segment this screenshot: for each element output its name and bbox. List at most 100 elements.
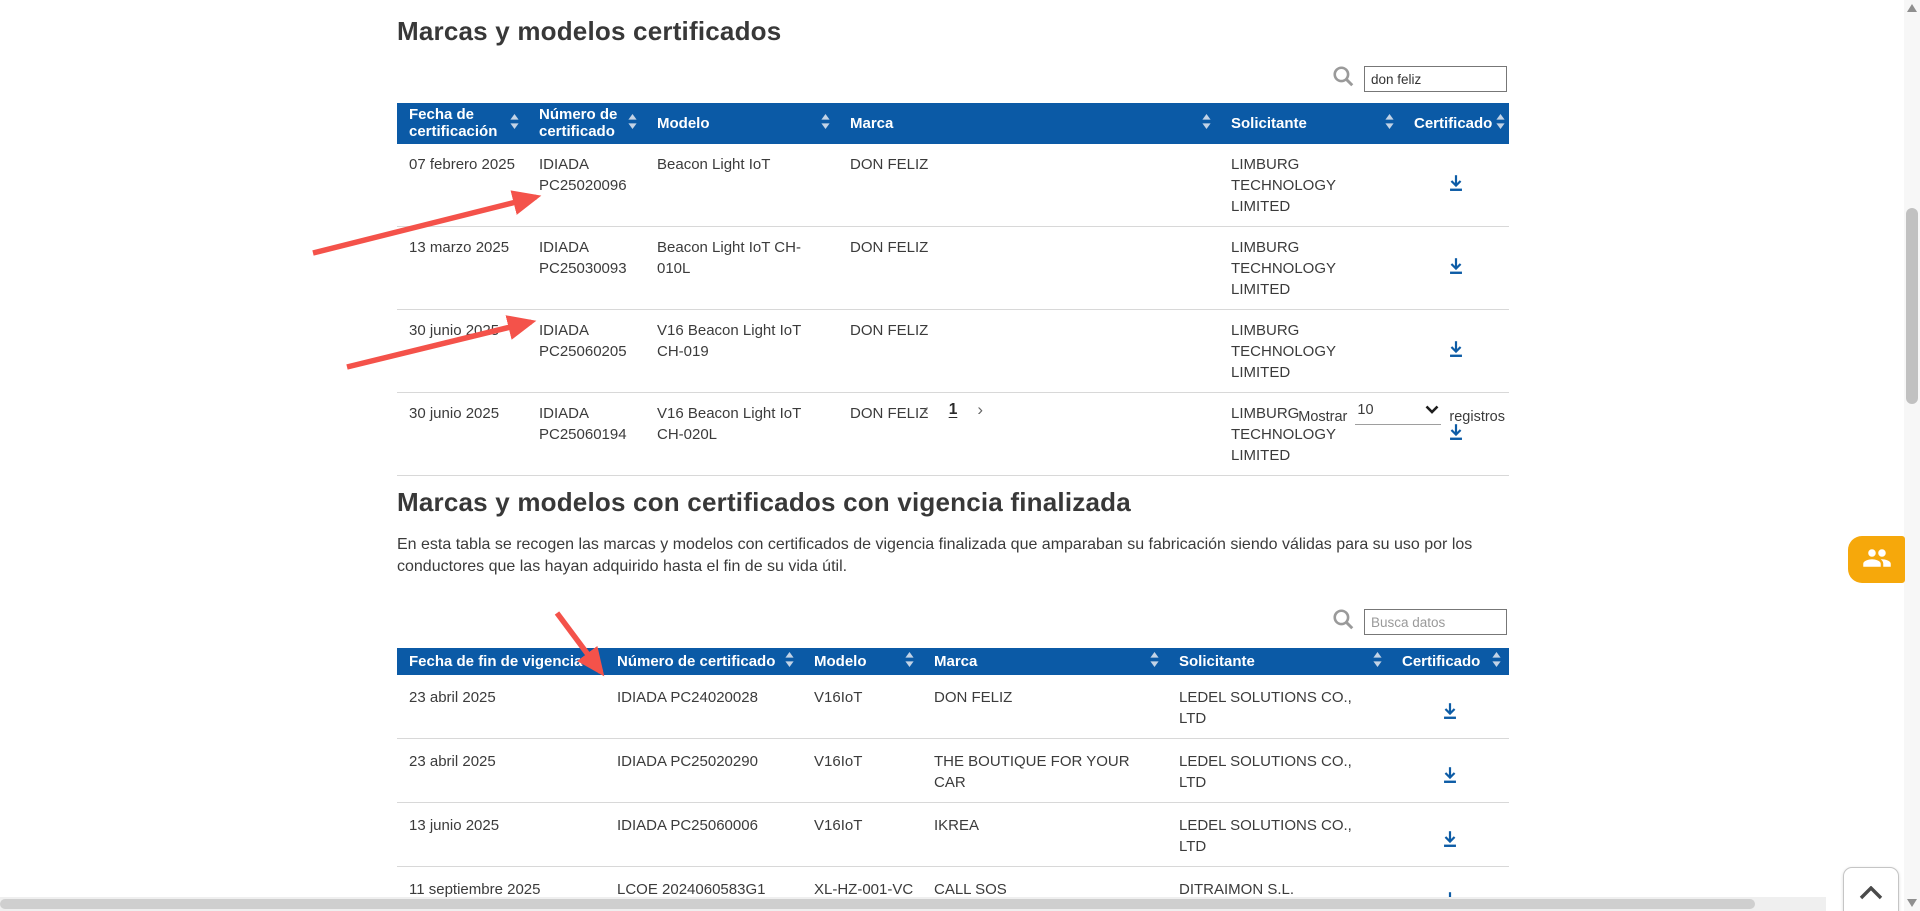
table-row: 30 junio 2025 IDIADA PC25060205 V16 Beac…	[397, 309, 1509, 393]
sort-icon	[785, 651, 794, 671]
cell-modelo: V16IoT	[802, 738, 922, 803]
expired-table: Fecha de fin de vigencia Número de certi…	[397, 648, 1509, 911]
download-icon	[1445, 341, 1467, 363]
header-modelo[interactable]: Modelo	[645, 103, 838, 144]
certificates-page: Marcas y modelos certificados Fecha de c…	[0, 0, 1920, 911]
cell-marca: DON FELIZ	[838, 309, 1219, 393]
table-row: 13 marzo 2025 IDIADA PC25030093 Beacon L…	[397, 226, 1509, 310]
cell-numero: IDIADA PC25020290	[605, 738, 802, 803]
page-size-suffix: registros	[1449, 409, 1505, 425]
pagination-prev-button[interactable]: ‹	[923, 400, 929, 420]
scrollbar-thumb[interactable]	[1906, 208, 1918, 404]
header-marca[interactable]: Marca	[922, 648, 1167, 675]
download-button[interactable]	[1441, 251, 1471, 284]
cell-solicitante: LEDEL SOLUTIONS CO., LTD	[1167, 802, 1390, 867]
table-row: 23 abril 2025 IDIADA PC24020028 V16IoT D…	[397, 675, 1509, 739]
header-solicitante[interactable]: Solicitante	[1167, 648, 1390, 675]
cell-fecha: 13 junio 2025	[397, 802, 605, 867]
sort-icon	[905, 651, 914, 671]
header-numero-certificado[interactable]: Número de certificado	[605, 648, 802, 675]
scroll-to-top-button[interactable]	[1843, 867, 1899, 911]
cell-fecha: 23 abril 2025	[397, 738, 605, 803]
sort-icon	[1492, 651, 1501, 671]
download-icon	[1439, 703, 1461, 725]
users-fab-button[interactable]	[1848, 536, 1905, 583]
page-size-select[interactable]: 10	[1355, 402, 1442, 425]
scroll-down-arrow-icon[interactable]	[1907, 899, 1917, 907]
pagination: ‹ 1 › Mostrar 10 registros	[397, 400, 1509, 434]
cell-marca: DON FELIZ	[922, 675, 1167, 739]
chevron-down-icon	[1425, 402, 1439, 418]
chevron-up-icon	[1859, 885, 1883, 903]
download-icon	[1439, 831, 1461, 853]
certified-table-header: Fecha de certificación Número de certifi…	[397, 103, 1509, 144]
header-fecha-fin-vigencia[interactable]: Fecha de fin de vigencia	[397, 648, 605, 675]
header-modelo[interactable]: Modelo	[802, 648, 922, 675]
cell-modelo: V16IoT	[802, 675, 922, 739]
cell-marca: DON FELIZ	[838, 143, 1219, 227]
cell-solicitante: LIMBURG TECHNOLOGY LIMITED	[1219, 309, 1402, 393]
expired-table-header: Fecha de fin de vigencia Número de certi…	[397, 648, 1509, 675]
sort-icon	[588, 651, 597, 671]
cell-numero: IDIADA PC25020096	[527, 143, 645, 227]
expired-search-input[interactable]	[1364, 609, 1507, 635]
pagination-page-1[interactable]: 1	[949, 401, 958, 419]
sort-icon	[1202, 113, 1211, 133]
page-size-label: Mostrar	[1298, 409, 1348, 425]
certified-search-input[interactable]	[1364, 66, 1507, 92]
sort-icon	[1496, 113, 1505, 133]
sort-icon	[1150, 651, 1159, 671]
expired-search	[1331, 607, 1507, 637]
download-button[interactable]	[1435, 696, 1465, 729]
scrollbar-thumb[interactable]	[0, 899, 1755, 909]
cell-numero: IDIADA PC24020028	[605, 675, 802, 739]
sort-icon	[1385, 113, 1394, 133]
download-button[interactable]	[1441, 334, 1471, 367]
pagination-next-button[interactable]: ›	[977, 400, 983, 420]
cell-solicitante: LEDEL SOLUTIONS CO., LTD	[1167, 675, 1390, 739]
cell-fecha: 13 marzo 2025	[397, 226, 527, 310]
sort-icon	[821, 113, 830, 133]
cell-numero: IDIADA PC25060006	[605, 802, 802, 867]
search-icon	[1331, 64, 1356, 94]
header-numero-certificado[interactable]: Número de certificado	[527, 103, 645, 144]
download-icon	[1439, 767, 1461, 789]
cell-solicitante: LEDEL SOLUTIONS CO., LTD	[1167, 738, 1390, 803]
download-icon	[1445, 175, 1467, 197]
table-row: 13 junio 2025 IDIADA PC25060006 V16IoT I…	[397, 802, 1509, 867]
cell-solicitante: LIMBURG TECHNOLOGY LIMITED	[1219, 226, 1402, 310]
header-certificado[interactable]: Certificado	[1390, 648, 1509, 675]
cell-solicitante: LIMBURG TECHNOLOGY LIMITED	[1219, 143, 1402, 227]
horizontal-scrollbar[interactable]	[0, 897, 1826, 911]
header-certificado[interactable]: Certificado	[1402, 103, 1509, 144]
cell-modelo: Beacon Light IoT CH-010L	[645, 226, 838, 310]
certified-section-title: Marcas y modelos certificados	[397, 16, 782, 46]
cell-marca: DON FELIZ	[838, 226, 1219, 310]
certified-search	[1331, 64, 1507, 94]
table-row: 23 abril 2025 IDIADA PC25020290 V16IoT T…	[397, 738, 1509, 803]
cell-fecha: 23 abril 2025	[397, 675, 605, 739]
cell-fecha: 30 junio 2025	[397, 309, 527, 393]
sort-icon	[510, 113, 519, 133]
cell-numero: IDIADA PC25030093	[527, 226, 645, 310]
download-icon	[1445, 258, 1467, 280]
vertical-scrollbar[interactable]	[1904, 0, 1920, 911]
sort-icon	[628, 113, 637, 133]
sort-icon	[1373, 651, 1382, 671]
users-icon	[1862, 543, 1892, 576]
cell-modelo: V16 Beacon Light IoT CH-019	[645, 309, 838, 393]
cell-modelo: Beacon Light IoT	[645, 143, 838, 227]
cell-marca: IKREA	[922, 802, 1167, 867]
cell-modelo: V16IoT	[802, 802, 922, 867]
expired-section-description: En esta tabla se recogen las marcas y mo…	[397, 536, 1473, 575]
table-row: 07 febrero 2025 IDIADA PC25020096 Beacon…	[397, 143, 1509, 227]
cell-fecha: 07 febrero 2025	[397, 143, 527, 227]
download-button[interactable]	[1435, 824, 1465, 857]
download-button[interactable]	[1435, 760, 1465, 793]
header-marca[interactable]: Marca	[838, 103, 1219, 144]
header-solicitante[interactable]: Solicitante	[1219, 103, 1402, 144]
search-icon	[1331, 607, 1356, 637]
scroll-up-arrow-icon[interactable]	[1907, 4, 1917, 12]
header-fecha-certificacion[interactable]: Fecha de certificación	[397, 103, 527, 144]
download-button[interactable]	[1441, 168, 1471, 201]
